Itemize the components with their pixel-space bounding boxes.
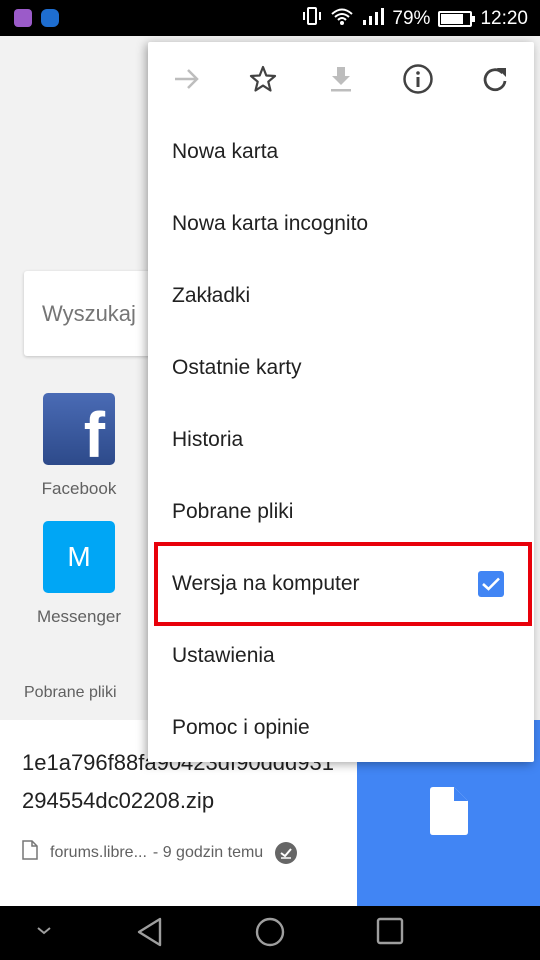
menu-item-settings[interactable]: Ustawienia	[148, 620, 534, 692]
clock: 12:20	[480, 8, 528, 29]
menu-item-recent-tabs[interactable]: Ostatnie karty	[148, 332, 534, 404]
navigation-bar	[0, 906, 540, 960]
hide-nav-button[interactable]	[34, 924, 54, 942]
overflow-menu: Nowa karta Nowa karta incognito Zakładki…	[148, 42, 534, 762]
offline-check-icon	[275, 841, 298, 864]
menu-item-history[interactable]: Historia	[148, 404, 534, 476]
file-icon	[22, 840, 38, 865]
tile-messenger[interactable]: M Messenger	[24, 521, 134, 627]
vpn-app-icon	[41, 9, 59, 27]
page-info-button[interactable]	[401, 63, 435, 100]
menu-item-label: Nowa karta incognito	[172, 212, 369, 235]
menu-item-label: Ostatnie karty	[172, 356, 302, 379]
wifi-icon	[330, 6, 354, 32]
gallery-app-icon	[14, 9, 32, 27]
home-icon	[254, 917, 286, 952]
forward-button[interactable]	[170, 64, 204, 98]
menu-item-bookmarks[interactable]: Zakładki	[148, 260, 534, 332]
hide-nav-icon	[34, 924, 54, 941]
bookmark-star-icon	[249, 65, 277, 98]
search-placeholder: Wyszukaj	[42, 301, 136, 326]
download-time: - 9 godzin temu	[152, 843, 264, 861]
signal-icon	[362, 7, 385, 31]
download-page-button[interactable]	[324, 64, 358, 98]
home-button[interactable]	[254, 916, 286, 953]
desktop-site-checkbox[interactable]	[478, 571, 504, 597]
tile-label: Facebook	[41, 479, 117, 498]
status-bar: 79% 12:20	[0, 0, 540, 36]
menu-item-label: Ustawienia	[172, 644, 275, 667]
menu-item-label: Pomoc i opinie	[172, 716, 310, 739]
menu-item-label: Nowa karta	[172, 140, 279, 163]
battery-percent: 79%	[392, 8, 431, 29]
document-icon	[429, 786, 468, 840]
messenger-icon: M	[43, 521, 115, 593]
recents-icon	[375, 917, 405, 950]
battery-icon	[438, 11, 476, 27]
reload-button[interactable]	[478, 64, 512, 98]
reload-icon	[481, 65, 509, 98]
bookmark-button[interactable]	[246, 64, 280, 98]
info-icon	[402, 63, 434, 100]
menu-item-new-incognito-tab[interactable]: Nowa karta incognito	[148, 188, 534, 260]
download-source: forums.libre...	[50, 843, 147, 861]
menu-item-label: Zakładki	[172, 284, 251, 307]
menu-item-help-feedback[interactable]: Pomoc i opinie	[148, 692, 534, 764]
checkmark-icon	[482, 577, 500, 591]
back-button[interactable]	[135, 916, 165, 953]
back-icon	[135, 917, 165, 952]
menu-item-downloads[interactable]: Pobrane pliki	[148, 476, 534, 548]
menu-item-desktop-site[interactable]: Wersja na komputer	[148, 548, 534, 620]
facebook-icon: f	[43, 393, 115, 467]
menu-item-label: Historia	[172, 428, 244, 451]
downloads-section-title: Pobrane pliki	[24, 684, 117, 701]
download-icon	[329, 65, 353, 98]
menu-item-new-tab[interactable]: Nowa karta	[148, 116, 534, 188]
menu-item-label: Pobrane pliki	[172, 500, 294, 523]
vibrate-icon	[302, 6, 322, 32]
tile-label: Messenger	[36, 607, 122, 626]
tile-facebook[interactable]: f Facebook	[24, 393, 134, 499]
menu-item-label: Wersja na komputer	[172, 572, 360, 595]
recents-button[interactable]	[375, 916, 405, 951]
forward-icon	[173, 67, 201, 96]
menu-toolbar	[148, 42, 534, 120]
